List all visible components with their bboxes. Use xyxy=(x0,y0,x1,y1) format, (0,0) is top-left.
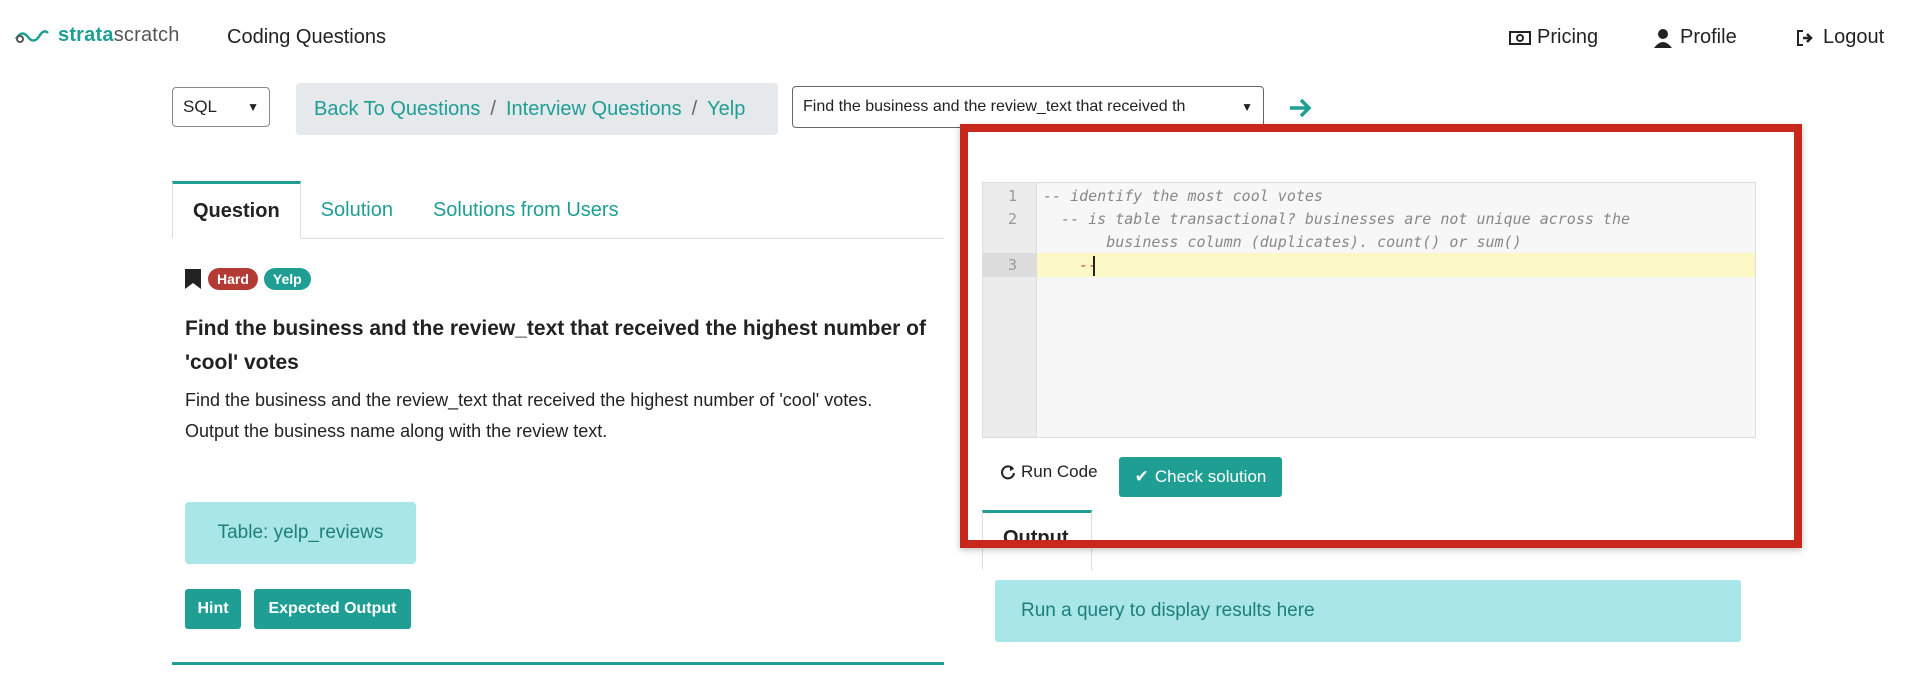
expected-output-button[interactable]: Expected Output xyxy=(254,589,411,629)
pricing-link[interactable]: Pricing xyxy=(1509,26,1598,49)
arrow-right-icon[interactable] xyxy=(1288,96,1314,120)
check-solution-button[interactable]: ✔ Check solution xyxy=(1119,457,1282,497)
user-icon xyxy=(1654,28,1672,48)
breadcrumb-separator: / xyxy=(691,97,698,120)
check-icon: ✔ xyxy=(1134,467,1149,486)
text-cursor xyxy=(1093,256,1095,276)
refresh-icon xyxy=(1001,465,1015,480)
question-meta: Hard Yelp xyxy=(184,268,311,290)
active-line-highlight xyxy=(983,253,1755,277)
chevron-down-icon: ▼ xyxy=(247,100,259,114)
code-line: -- xyxy=(1043,256,1098,274)
language-select[interactable]: SQL ▼ xyxy=(172,87,270,127)
question-tabs: Question Solution Solutions from Users xyxy=(172,181,944,239)
breadcrumb-separator: / xyxy=(490,97,496,120)
money-icon xyxy=(1509,30,1531,45)
code-line-wrap: business column (duplicates). count() or… xyxy=(1043,233,1522,251)
check-solution-label: Check solution xyxy=(1154,467,1267,486)
profile-link[interactable]: Profile xyxy=(1652,26,1737,49)
logo-icon xyxy=(14,29,49,43)
tab-solution[interactable]: Solution xyxy=(301,181,413,239)
breadcrumb-company[interactable]: Yelp xyxy=(707,98,745,121)
chevron-down-icon: ▼ xyxy=(1241,100,1253,114)
run-code-button[interactable]: Run Code xyxy=(1000,462,1098,482)
difficulty-badge: Hard xyxy=(208,268,258,290)
hint-button[interactable]: Hint xyxy=(185,589,241,629)
sign-out-icon xyxy=(1797,29,1813,46)
company-badge: Yelp xyxy=(263,268,311,290)
question-text: Output the business name along with the … xyxy=(185,421,608,441)
run-code-label: Run Code xyxy=(1021,462,1098,481)
question-select[interactable]: Find the business and the review_text th… xyxy=(792,86,1264,128)
tab-question[interactable]: Question xyxy=(172,181,301,239)
divider xyxy=(172,662,944,665)
code-line: -- identify the most cool votes xyxy=(1043,187,1323,205)
table-info-box[interactable]: Table: yelp_reviews xyxy=(185,502,416,564)
nav-coding-questions[interactable]: Coding Questions xyxy=(227,26,386,49)
tab-output[interactable]: Output xyxy=(982,510,1092,570)
breadcrumb-interview-questions[interactable]: Interview Questions xyxy=(506,98,682,121)
logout-link[interactable]: Logout xyxy=(1795,26,1884,49)
pricing-label: Pricing xyxy=(1537,26,1599,48)
stratascratch-logo[interactable]: stratascratch xyxy=(14,24,180,47)
logo-text: stratascratch xyxy=(58,24,180,46)
question-text: Find the business and the review_text th… xyxy=(185,390,873,410)
language-value: SQL xyxy=(183,97,218,116)
breadcrumb: Back To Questions / Interview Questions … xyxy=(296,83,778,135)
line-number: 3 xyxy=(1007,256,1017,274)
breadcrumb-back[interactable]: Back To Questions xyxy=(314,98,480,121)
logout-label: Logout xyxy=(1823,26,1885,48)
question-select-value: Find the business and the review_text th… xyxy=(803,98,1186,115)
code-editor[interactable]: 1 -- identify the most cool votes 2 -- i… xyxy=(982,182,1756,438)
bookmark-icon[interactable] xyxy=(184,268,202,290)
line-number: 1 xyxy=(1007,187,1017,205)
question-description: Find the business and the review_text th… xyxy=(185,385,945,447)
results-placeholder: Run a query to display results here xyxy=(995,580,1741,642)
profile-label: Profile xyxy=(1680,26,1737,48)
line-number: 2 xyxy=(1007,210,1017,228)
question-title: Find the business and the review_text th… xyxy=(185,317,926,374)
tab-solutions-from-users[interactable]: Solutions from Users xyxy=(413,181,639,239)
code-line: -- is table transactional? businesses ar… xyxy=(1043,210,1630,228)
